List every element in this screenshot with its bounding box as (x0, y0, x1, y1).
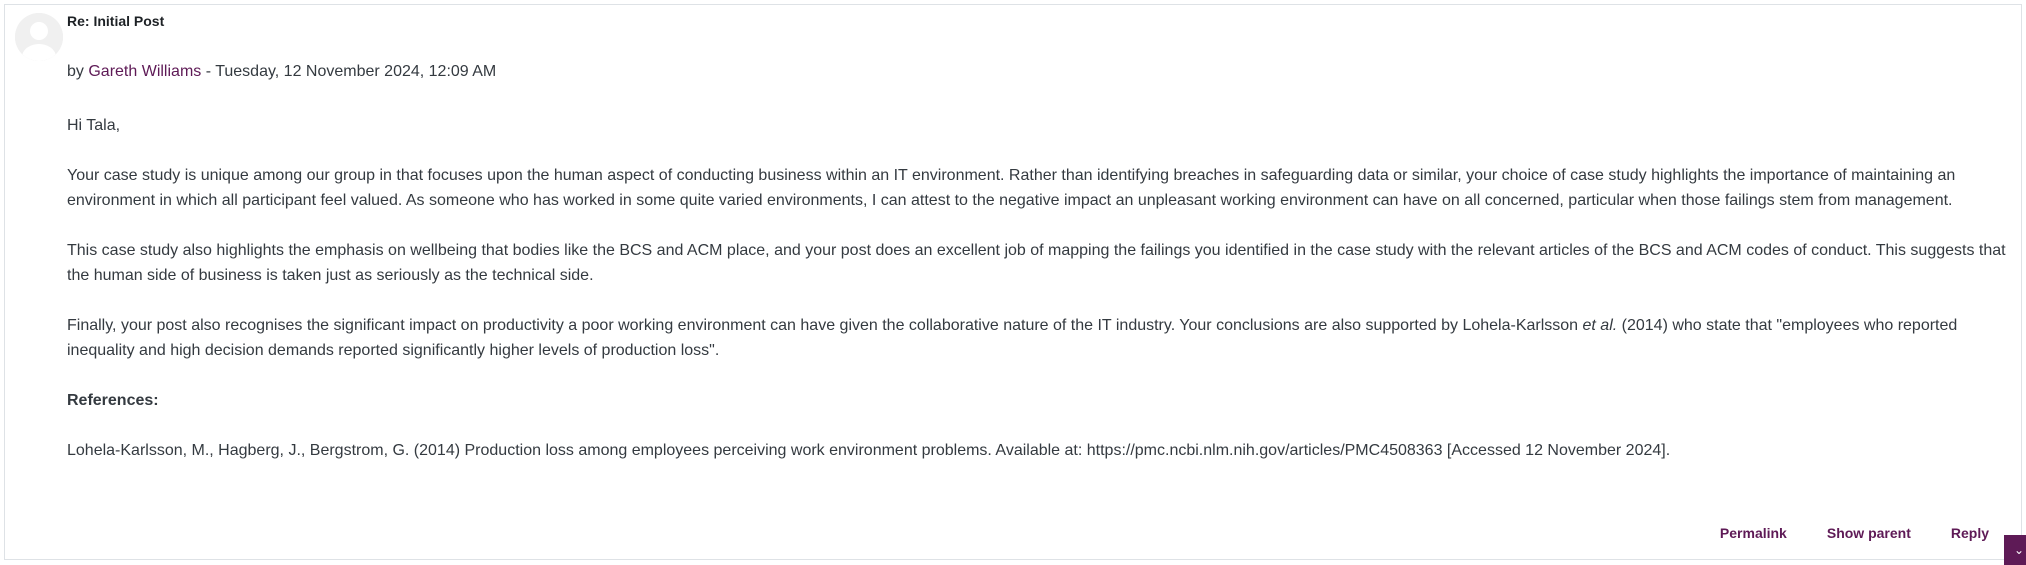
author-link[interactable]: Gareth Williams (88, 63, 201, 80)
footer-toggle-button[interactable]: ⌄ (2004, 535, 2026, 565)
post-paragraph-3: Finally, your post also recognises the s… (67, 313, 2015, 363)
post-content: Hi Tala, Your case study is unique among… (67, 113, 2015, 488)
forum-post: Re: Initial Post by Gareth Williams - Tu… (4, 4, 2022, 560)
references-heading: References: (67, 392, 159, 409)
post-subject: Re: Initial Post (67, 13, 165, 29)
paragraph-3-text-start: Finally, your post also recognises the s… (67, 317, 1583, 334)
byline-separator: - (201, 63, 216, 80)
post-byline: by Gareth Williams - Tuesday, 12 Novembe… (67, 63, 496, 81)
permalink-link[interactable]: Permalink (1720, 525, 1787, 541)
byline-prefix: by (67, 63, 84, 80)
reply-link[interactable]: Reply (1951, 525, 1989, 541)
post-actions: Permalink Show parent Reply (1720, 525, 1989, 541)
show-parent-link[interactable]: Show parent (1827, 525, 1911, 541)
post-date: Tuesday, 12 November 2024, 12:09 AM (215, 63, 497, 80)
post-paragraph-2: This case study also highlights the emph… (67, 242, 2006, 284)
reference-item: Lohela-Karlsson, M., Hagberg, J., Bergst… (67, 442, 1671, 459)
paragraph-3-italic: et al. (1582, 317, 1618, 334)
chevron-down-icon: ⌄ (2013, 543, 2024, 557)
post-greeting: Hi Tala, (67, 117, 121, 134)
post-paragraph-1: Your case study is unique among our grou… (67, 167, 1956, 209)
user-avatar-icon[interactable] (15, 13, 63, 61)
